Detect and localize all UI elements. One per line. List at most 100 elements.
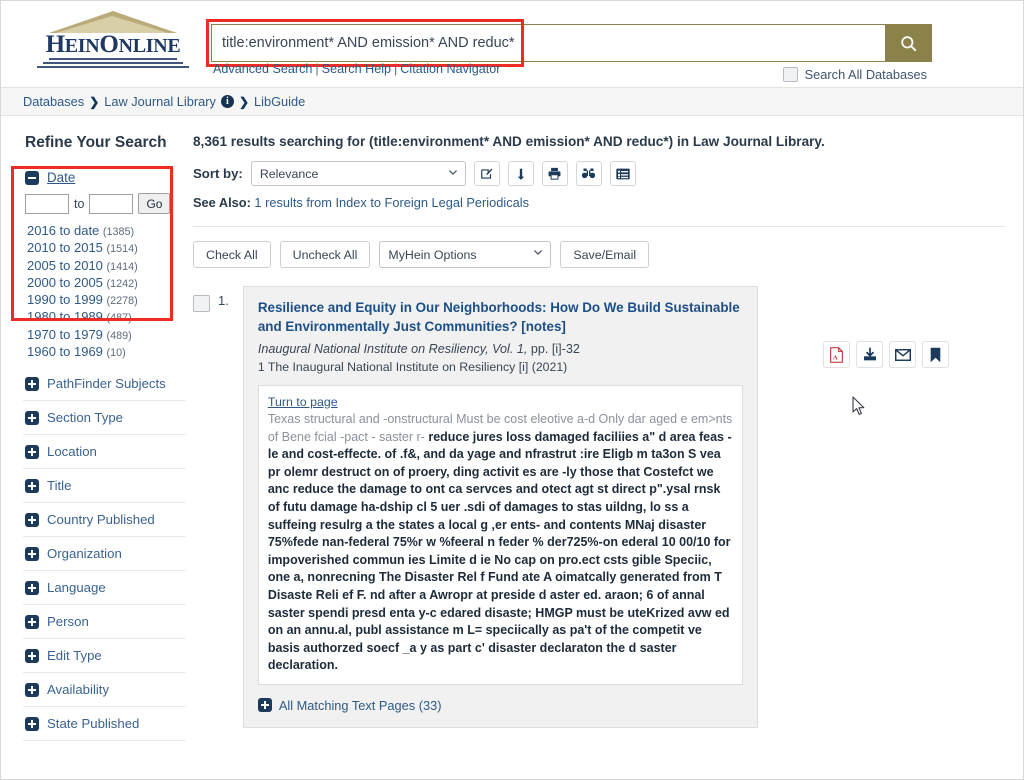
plus-icon	[25, 444, 39, 459]
date-range-item[interactable]: 1990 to 1999 (2278)	[27, 292, 186, 309]
breadcrumb-arrow-icon-1: ❯	[89, 94, 100, 109]
date-range-label: 2000 to 2005	[27, 274, 107, 290]
sort-by-select[interactable]: Relevance	[250, 161, 466, 186]
email-button[interactable]	[889, 341, 916, 368]
date-range-item[interactable]: 2016 to date (1385)	[27, 223, 186, 240]
all-matching-text-pages-link[interactable]: All Matching Text Pages (33)	[257, 697, 743, 713]
facet-item-country-published[interactable]: Country Published	[23, 503, 186, 538]
facet-item-pathfinder-subjects[interactable]: PathFinder Subjects	[23, 367, 186, 402]
result-checkbox[interactable]	[193, 295, 210, 312]
breadcrumb-item-databases[interactable]: Databases	[23, 94, 84, 109]
myhein-options-select[interactable]: MyHein Options	[379, 241, 552, 268]
facet-label: Section Type	[47, 410, 124, 426]
snippet-highlight: reduce jures loss damaged faciliies a" d…	[267, 429, 732, 673]
edit-search-button[interactable]	[473, 161, 500, 186]
date-go-button[interactable]: Go	[138, 193, 171, 214]
search-input[interactable]	[212, 25, 885, 61]
facet-label: Country Published	[47, 512, 155, 528]
print-button[interactable]	[541, 161, 568, 186]
result-citation: Inaugural National Institute on Resilien…	[258, 342, 743, 356]
facet-label: Title	[47, 478, 72, 494]
list-view-button[interactable]	[609, 161, 636, 186]
date-range-count: (489)	[106, 329, 132, 342]
facet-item-state-published[interactable]: State Published	[23, 707, 186, 742]
uncheck-all-button[interactable]: Uncheck All	[279, 241, 371, 268]
sort-toolbar: Sort by: Relevance	[193, 161, 1005, 186]
all-matching-text-pages-label: All Matching Text Pages (33)	[278, 697, 442, 713]
bookmark-icon	[930, 347, 941, 362]
facet-item-location[interactable]: Location	[23, 435, 186, 470]
logo-letter-o: O	[99, 31, 119, 58]
snippet-text: Texas structural and -onstructural Must …	[268, 411, 733, 675]
date-range-count: (1514)	[106, 243, 138, 256]
search-icon	[900, 35, 916, 51]
date-range-item[interactable]: 1960 to 1969 (10)	[27, 344, 186, 361]
search-within-button[interactable]	[575, 161, 602, 186]
results-main: 8,361 results searching for (title:envir…	[186, 134, 1023, 741]
date-range-controls: to Go	[23, 193, 186, 214]
turn-to-page-link[interactable]: Turn to page	[268, 395, 338, 409]
page-content: Refine Your Search Date to Go 2016 to da…	[1, 116, 1023, 742]
advanced-search-link[interactable]: Advanced Search	[213, 62, 312, 76]
facet-item-availability[interactable]: Availability	[23, 673, 186, 708]
date-from-input[interactable]	[25, 193, 69, 214]
date-facet-label[interactable]: Date	[47, 170, 75, 185]
logo-letters-nline: NLINE	[118, 35, 181, 57]
pdf-download-button[interactable]: A	[823, 341, 850, 368]
myhein-options-value: MyHein Options	[388, 247, 477, 262]
date-range-to-label: to	[74, 196, 85, 211]
heinonline-logo[interactable]: HEINONLINE	[23, 9, 203, 69]
minus-icon[interactable]	[25, 170, 39, 185]
date-range-item[interactable]: 2000 to 2005 (1242)	[27, 275, 186, 292]
bookmark-button[interactable]	[922, 341, 949, 368]
date-range-item[interactable]: 1980 to 1989 (487)	[27, 309, 186, 326]
plus-icon	[25, 648, 39, 663]
svg-text:A: A	[833, 354, 838, 361]
facet-item-edit-type[interactable]: Edit Type	[23, 639, 186, 674]
facet-item-language[interactable]: Language	[23, 571, 186, 606]
plus-icon	[25, 614, 39, 629]
search-all-databases-label: Search All Databases	[804, 67, 927, 82]
binoculars-icon	[582, 168, 596, 179]
logo-wordmark: HEINONLINE	[23, 31, 203, 59]
citation-navigator-link[interactable]: Citation Navigator	[400, 62, 500, 76]
result-title-link[interactable]: Resilience and Equity in Our Neighborhoo…	[258, 299, 743, 336]
search-help-link[interactable]: Search Help	[322, 62, 391, 76]
check-all-button[interactable]: Check All	[193, 241, 271, 268]
facet-item-person[interactable]: Person	[23, 605, 186, 640]
facet-item-organization[interactable]: Organization	[23, 537, 186, 572]
date-range-label: 1970 to 1979	[27, 326, 107, 342]
plus-icon	[25, 478, 39, 493]
plus-icon	[25, 716, 39, 731]
section-divider	[193, 226, 1005, 227]
date-range-item[interactable]: 1970 to 1979 (489)	[27, 327, 186, 344]
result-card: Resilience and Equity in Our Neighborhoo…	[242, 286, 758, 728]
date-range-item[interactable]: 2005 to 2010 (1414)	[27, 258, 186, 275]
info-icon[interactable]: i	[220, 95, 234, 108]
download-button[interactable]	[856, 341, 883, 368]
search-bar	[211, 24, 932, 62]
breadcrumb-item-libguide[interactable]: LibGuide	[254, 94, 305, 109]
result-citation-italic: Inaugural National Institute on Resilien…	[257, 342, 528, 356]
sort-arrow-icon	[517, 168, 525, 180]
breadcrumb-item-law-journal-library[interactable]: Law Journal Library	[104, 94, 216, 109]
see-also-label: See Also:	[193, 195, 251, 210]
see-also-link[interactable]: 1 results from Index to Foreign Legal Pe…	[254, 195, 529, 210]
facet-label: Organization	[47, 546, 122, 562]
search-all-databases-control[interactable]: Search All Databases	[782, 67, 927, 82]
date-facet-header[interactable]: Date	[23, 166, 186, 193]
date-range-label: 2016 to date	[27, 223, 103, 238]
date-range-label: 1960 to 1969	[27, 344, 107, 360]
date-range-item[interactable]: 2010 to 2015 (1514)	[27, 240, 186, 257]
sort-direction-button[interactable]	[507, 161, 534, 186]
edit-search-icon	[480, 168, 493, 179]
search-submit-button[interactable]	[885, 25, 931, 61]
date-to-input[interactable]	[89, 193, 134, 214]
plus-icon	[25, 580, 39, 595]
heinonline-search-results-page: HEINONLINE Advanced Search|Search Help|C…	[0, 0, 1024, 780]
plus-icon	[25, 546, 39, 561]
save-email-button[interactable]: Save/Email	[560, 241, 650, 268]
search-all-databases-checkbox[interactable]	[782, 67, 798, 82]
facet-item-title[interactable]: Title	[23, 469, 186, 504]
facet-item-section-type[interactable]: Section Type	[23, 401, 186, 436]
